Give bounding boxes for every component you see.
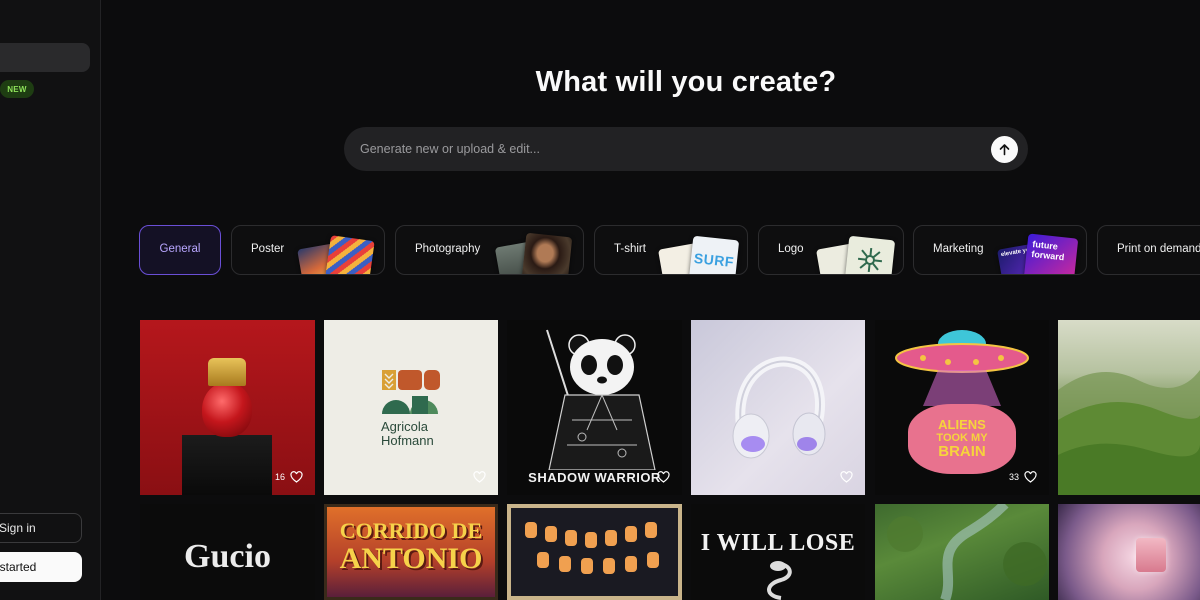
logo-thumbnail bbox=[844, 235, 896, 274]
likes-count[interactable] bbox=[657, 471, 670, 483]
panda-samurai-illustration bbox=[546, 329, 656, 470]
send-button[interactable] bbox=[991, 136, 1018, 163]
heart-icon bbox=[473, 471, 486, 483]
poster-text: I WILL LOSE bbox=[700, 530, 856, 556]
tab-label: T-shirt bbox=[614, 243, 646, 255]
tab-print-on-demand[interactable]: Print on demand bbox=[1097, 225, 1200, 275]
page-title: What will you create? bbox=[535, 66, 837, 98]
prompt-bar bbox=[344, 127, 1028, 171]
gallery-card-aliens[interactable]: ALIENS TOOK MY BRAIN 33 bbox=[875, 320, 1049, 495]
poster-title: CORRIDO DE ANTONIO bbox=[327, 519, 495, 575]
brand-line: Agricola bbox=[381, 419, 428, 434]
heart-icon bbox=[1024, 471, 1037, 483]
arrow-up-icon bbox=[999, 144, 1010, 156]
tab-tshirt[interactable]: T-shirt SURF bbox=[594, 225, 748, 275]
gallery-card-headphones[interactable] bbox=[691, 320, 865, 495]
photography-thumbnail bbox=[521, 232, 573, 274]
brand-line: Hofmann bbox=[381, 433, 434, 448]
gothic-text: Gucio bbox=[184, 538, 271, 575]
gallery-card-corrido[interactable]: CORRIDO DE ANTONIO bbox=[324, 504, 498, 600]
poster-text: ANTONIO bbox=[339, 542, 483, 575]
poster-text: BRAIN bbox=[938, 443, 986, 460]
headphones-illustration bbox=[732, 356, 826, 459]
tab-label: Photography bbox=[415, 243, 481, 255]
gallery-card-panda[interactable]: SHADOW WARRIOR bbox=[507, 320, 682, 495]
perfume-bottle bbox=[202, 382, 252, 437]
sign-in-button[interactable]: Sign in bbox=[0, 513, 82, 543]
tab-marketing[interactable]: Marketing elevate your future forward bbox=[913, 225, 1087, 275]
likes-count[interactable] bbox=[473, 471, 486, 483]
likes-count[interactable]: 33 bbox=[1009, 471, 1037, 483]
tab-label: Poster bbox=[251, 243, 285, 255]
tab-general[interactable]: General bbox=[139, 225, 221, 275]
prompt-input[interactable] bbox=[344, 127, 964, 171]
gallery-card-gothic[interactable]: Gucio bbox=[140, 504, 315, 600]
tshirt-thumbnail: SURF bbox=[688, 235, 740, 274]
tab-label: Print on demand bbox=[1117, 243, 1200, 255]
gallery-card-lanterns[interactable] bbox=[507, 504, 682, 600]
product-pedestal bbox=[182, 435, 272, 495]
likes-number: 33 bbox=[1008, 472, 1019, 482]
farm-logo-icon bbox=[382, 370, 440, 414]
poster-thumbnail bbox=[325, 235, 375, 274]
hills-illustration bbox=[1058, 370, 1200, 495]
heart-icon bbox=[840, 471, 853, 483]
lanterns-illustration bbox=[525, 522, 659, 574]
heart-icon bbox=[290, 471, 303, 483]
brain-graphic: ALIENS TOOK MY BRAIN bbox=[908, 404, 1016, 474]
marketing-thumbnail: future forward bbox=[1023, 233, 1079, 274]
tab-poster[interactable]: Poster bbox=[231, 225, 385, 275]
likes-count[interactable]: 16 bbox=[275, 471, 303, 483]
tab-label: General bbox=[159, 243, 201, 255]
tab-photography[interactable]: Photography bbox=[395, 225, 584, 275]
brand-name: Agricola Hofmann bbox=[381, 420, 434, 448]
likes-number: 16 bbox=[274, 472, 285, 482]
poster-text: CORRIDO DE bbox=[339, 518, 483, 543]
gallery-card-perfume[interactable]: 16 bbox=[140, 320, 315, 495]
ufo-illustration bbox=[895, 330, 1029, 406]
surf-text: SURF bbox=[693, 249, 735, 271]
marketing-text: future forward bbox=[1030, 239, 1065, 263]
gallery-card-landscape[interactable] bbox=[1058, 320, 1200, 495]
gallery-card-snake[interactable]: I WILL LOSE bbox=[691, 504, 865, 600]
logo-mark-icon bbox=[857, 247, 883, 273]
card-caption: SHADOW WARRIOR bbox=[528, 470, 661, 485]
sidebar: NEW ages tions es s cters Sign in t star… bbox=[0, 0, 101, 600]
gallery-card-rose[interactable] bbox=[1058, 504, 1200, 600]
new-badge: NEW bbox=[0, 80, 34, 98]
get-started-button[interactable]: t started bbox=[0, 552, 82, 582]
tab-label: Logo bbox=[778, 243, 804, 255]
poster-text: ALIENS bbox=[938, 417, 986, 432]
stream-illustration bbox=[887, 504, 1047, 600]
perfume-bottle bbox=[1136, 538, 1166, 572]
tab-label: Marketing bbox=[933, 243, 984, 255]
snake-illustration bbox=[767, 561, 792, 600]
gallery-card-logo[interactable]: Agricola Hofmann bbox=[324, 320, 498, 495]
heart-icon bbox=[657, 471, 670, 483]
tab-logo[interactable]: Logo bbox=[758, 225, 904, 275]
likes-count[interactable] bbox=[840, 471, 853, 483]
perfume-cap bbox=[208, 358, 246, 386]
sidebar-active-item[interactable] bbox=[0, 43, 90, 72]
gallery-card-stream[interactable] bbox=[875, 504, 1049, 600]
